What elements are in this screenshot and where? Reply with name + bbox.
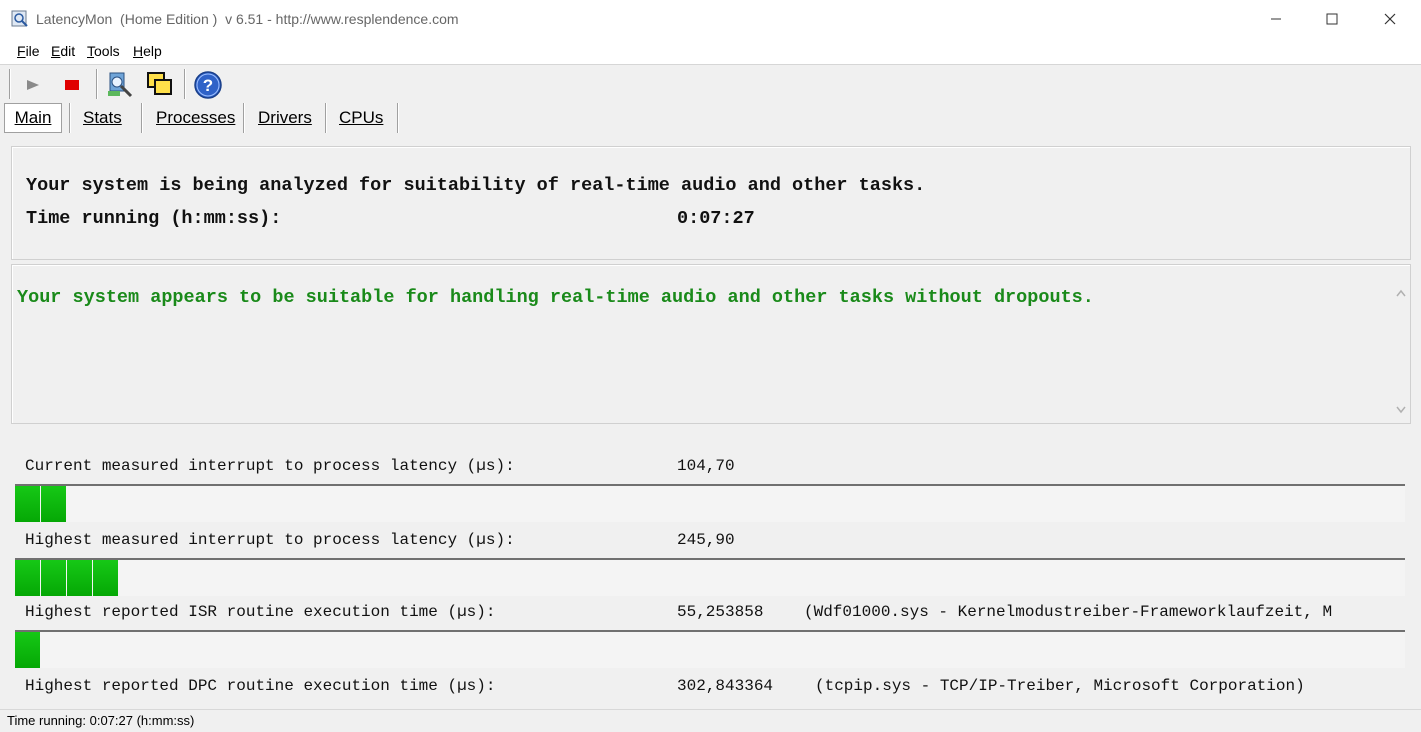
- window-title: LatencyMon (Home Edition ) v 6.51 - http…: [36, 11, 459, 27]
- tab-main[interactable]: Main: [4, 103, 62, 133]
- tab-drivers-label: Drivers: [258, 108, 312, 127]
- stop-button[interactable]: [58, 71, 86, 99]
- verdict-text: Your system appears to be suitable for h…: [17, 287, 1094, 308]
- latency-bar-fill: [15, 632, 41, 668]
- tab-separator: [243, 103, 245, 133]
- tab-stats[interactable]: Stats: [83, 103, 122, 133]
- tab-main-label: Main: [14, 108, 52, 127]
- metric-value: 104,70: [677, 457, 735, 475]
- tab-stats-label: Stats: [83, 108, 122, 127]
- windows-icon: [147, 72, 172, 95]
- bar-segment: [41, 486, 66, 522]
- verdict-scrollbar[interactable]: [1392, 285, 1410, 423]
- menu-help[interactable]: Help: [133, 43, 162, 59]
- status-bar: Time running: 0:07:27 (h:mm:ss): [0, 709, 1421, 732]
- metric-label: Highest measured interrupt to process la…: [25, 531, 515, 549]
- toolbar-separator: [96, 69, 98, 99]
- metric-value: 55,253858: [677, 603, 764, 621]
- toolbar-separator: [184, 69, 186, 99]
- metric-label: Current measured interrupt to process la…: [25, 457, 515, 475]
- bar-segment: [15, 560, 40, 596]
- latency-bar-fill: [15, 560, 119, 596]
- latency-bar-fill: [15, 486, 67, 522]
- minimize-button[interactable]: [1247, 0, 1305, 38]
- tab-separator: [141, 103, 143, 133]
- scroll-up-icon[interactable]: [1392, 285, 1410, 303]
- minimize-icon: [1271, 18, 1281, 20]
- latency-bar: [15, 630, 1405, 668]
- tab-separator: [69, 103, 71, 133]
- tab-cpus[interactable]: CPUs: [339, 103, 383, 133]
- latencymon-app-icon: [11, 10, 28, 27]
- time-running-label: Time running (h:mm:ss):: [26, 208, 282, 229]
- analysis-status-text: Your system is being analyzed for suitab…: [26, 175, 926, 196]
- close-icon: [1384, 13, 1396, 25]
- toolbar-grip: [9, 69, 11, 99]
- toolbar: ?: [0, 65, 1421, 103]
- metric-driver-note: (Wdf01000.sys - Kernelmodustreiber-Frame…: [804, 603, 1333, 621]
- analyze-button[interactable]: [104, 69, 136, 101]
- svg-text:?: ?: [203, 76, 213, 95]
- analyze-icon: [108, 72, 133, 98]
- time-running-value: 0:07:27: [677, 208, 755, 229]
- tab-separator: [397, 103, 399, 133]
- close-button[interactable]: [1361, 0, 1419, 38]
- latency-bar: [15, 484, 1405, 522]
- play-icon: [27, 80, 39, 90]
- verdict-panel: Your system appears to be suitable for h…: [11, 264, 1411, 424]
- metric-label: Highest reported ISR routine execution t…: [25, 603, 496, 621]
- maximize-icon: [1326, 13, 1338, 25]
- menu-bar: File Edit Tools Help: [0, 38, 1421, 65]
- bar-segment: [67, 560, 92, 596]
- analysis-panel: Your system is being analyzed for suitab…: [11, 146, 1411, 260]
- bar-segment: [15, 486, 40, 522]
- start-button[interactable]: [20, 71, 48, 99]
- tab-separator: [325, 103, 327, 133]
- menu-edit[interactable]: Edit: [51, 43, 75, 59]
- tab-processes-label: Processes: [156, 108, 236, 127]
- maximize-button[interactable]: [1303, 0, 1361, 38]
- bar-segment: [15, 632, 40, 668]
- tab-processes[interactable]: Processes: [156, 103, 235, 133]
- help-icon: ?: [194, 71, 222, 99]
- help-button[interactable]: ?: [192, 69, 224, 101]
- metric-value: 302,843364: [677, 677, 774, 695]
- metric-value: 245,90: [677, 531, 735, 549]
- tab-cpus-label: CPUs: [339, 108, 384, 127]
- menu-tools[interactable]: Tools: [87, 43, 120, 59]
- metric-label: Highest reported DPC routine execution t…: [25, 677, 496, 695]
- bar-segment: [93, 560, 118, 596]
- bar-segment: [41, 560, 66, 596]
- title-bar: LatencyMon (Home Edition ) v 6.51 - http…: [0, 0, 1421, 38]
- latency-bar: [15, 558, 1405, 596]
- metric-driver-note: (tcpip.sys - TCP/IP-Treiber, Microsoft C…: [815, 677, 1305, 695]
- stop-icon: [65, 80, 79, 90]
- windows-button[interactable]: [144, 69, 176, 101]
- menu-file[interactable]: File: [17, 43, 40, 59]
- status-text: Time running: 0:07:27 (h:mm:ss): [7, 713, 195, 728]
- scroll-down-icon[interactable]: [1392, 401, 1410, 419]
- tab-bar: Main Stats Processes Drivers CPUs: [0, 100, 1421, 138]
- tab-drivers[interactable]: Drivers: [258, 103, 312, 133]
